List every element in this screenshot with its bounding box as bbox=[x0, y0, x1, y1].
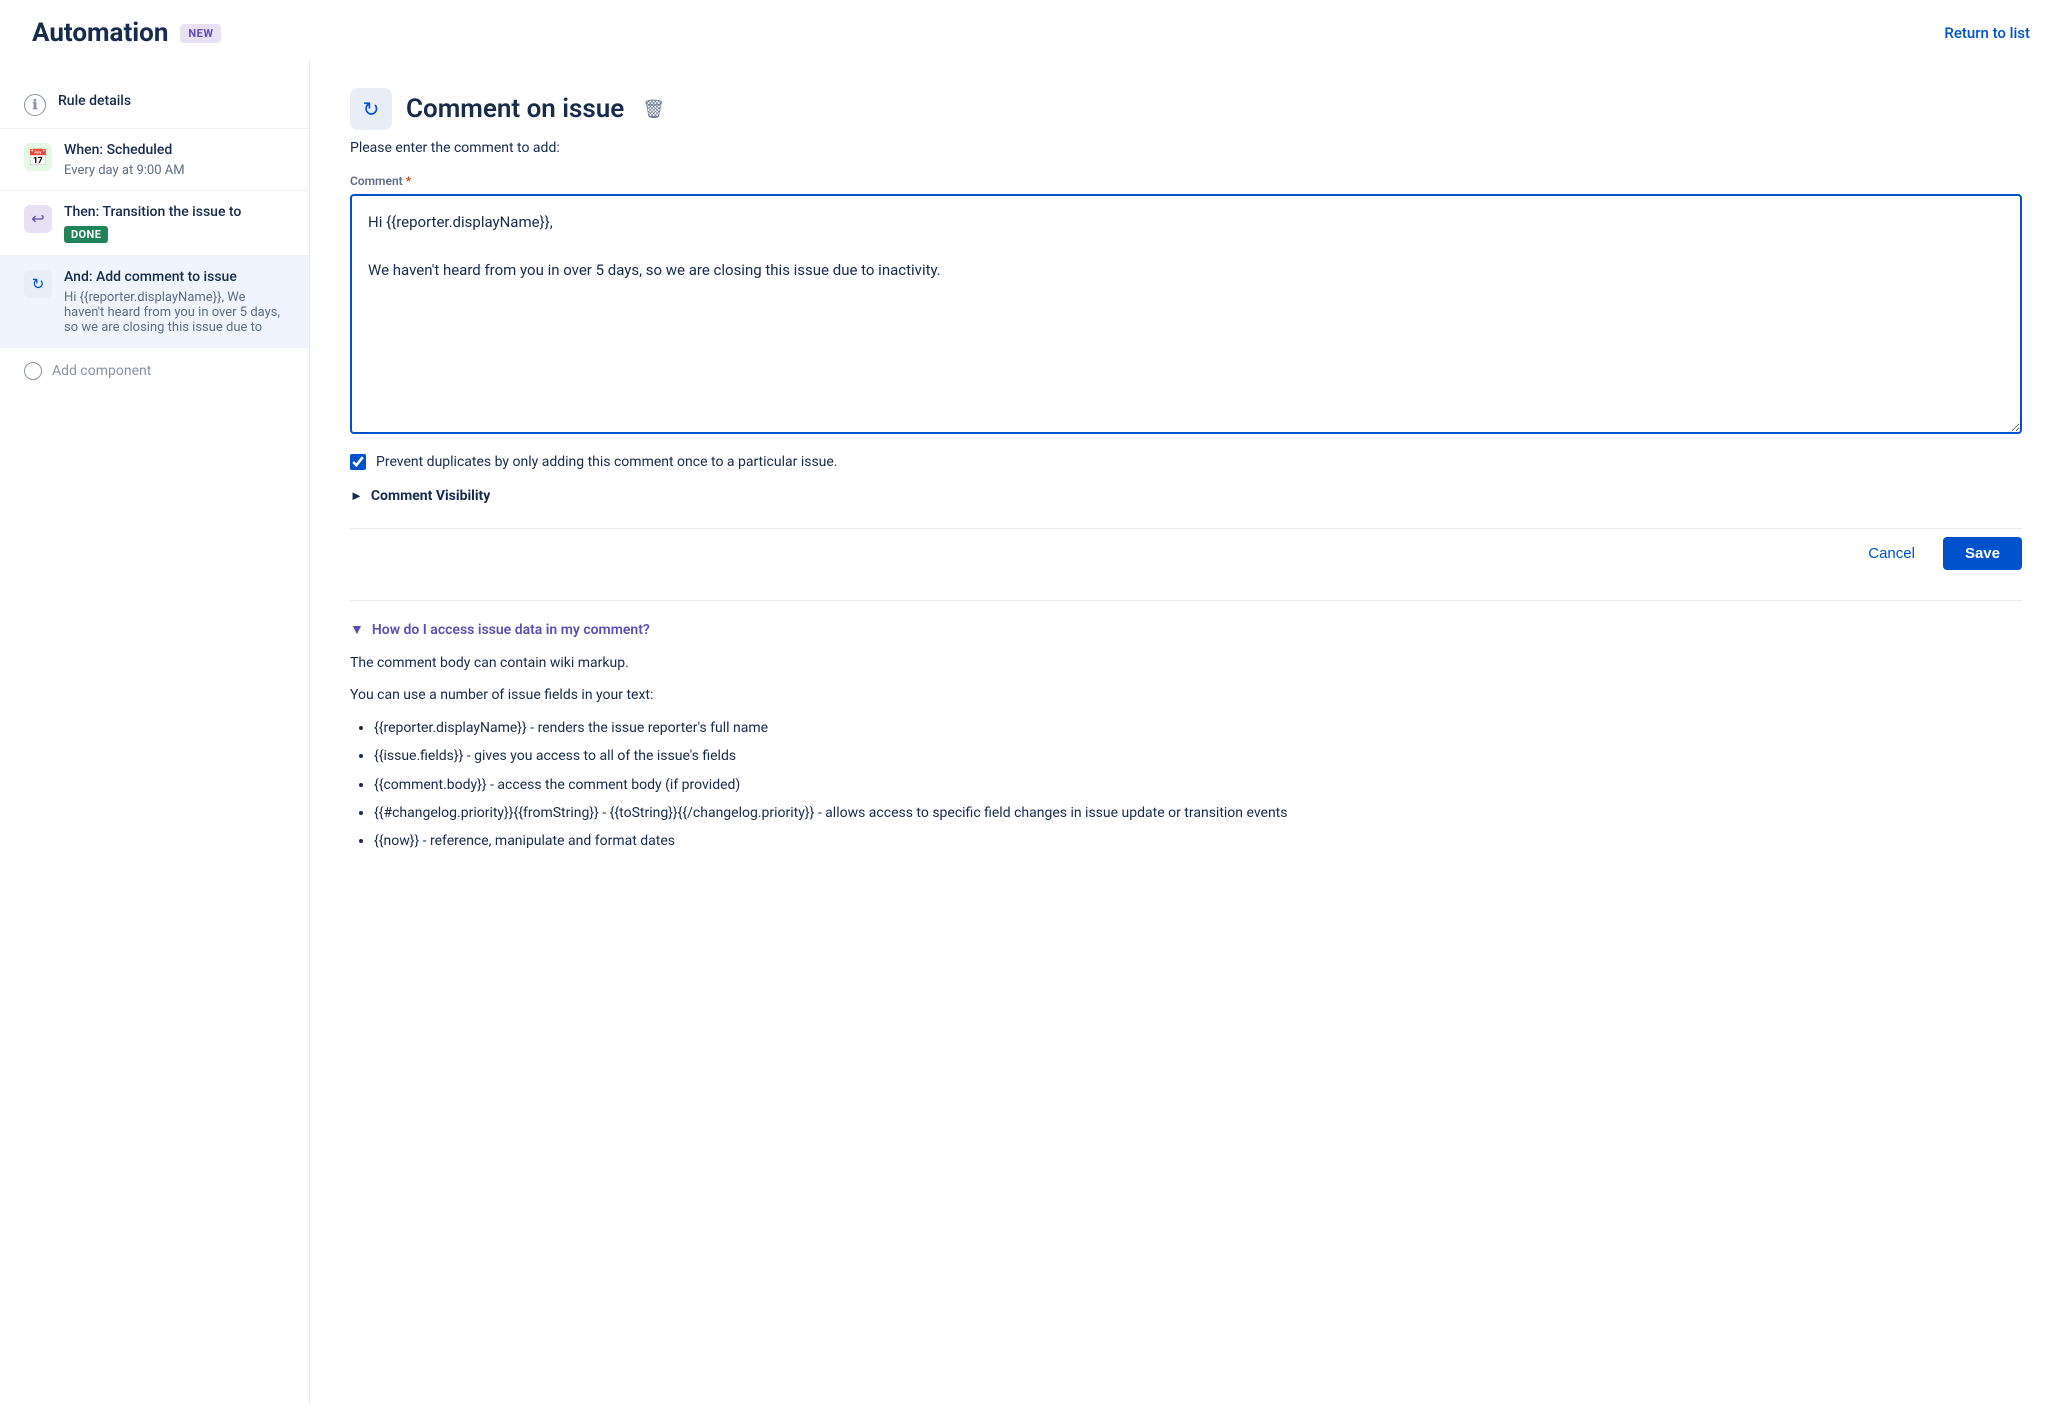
sidebar-rule-details-title: Rule details bbox=[58, 92, 285, 112]
help-toggle[interactable]: ▼ How do I access issue data in my comme… bbox=[350, 621, 2022, 638]
help-section: ▼ How do I access issue data in my comme… bbox=[350, 600, 2022, 853]
sidebar-comment-subtitle: Hi {{reporter.displayName}}, We haven't … bbox=[64, 290, 285, 335]
help-body: The comment body can contain wiki markup… bbox=[350, 652, 2022, 853]
comment-visibility-label: Comment Visibility bbox=[371, 488, 490, 504]
main-layout: ℹ Rule details 📅 When: Scheduled Every d… bbox=[0, 60, 2062, 1404]
done-badge: DONE bbox=[64, 226, 108, 243]
action-title: Comment on issue bbox=[406, 94, 624, 124]
prevent-duplicates-label: Prevent duplicates by only adding this c… bbox=[376, 454, 838, 470]
comment-visibility-toggle[interactable]: ► Comment Visibility bbox=[350, 488, 2022, 504]
help-toggle-label: How do I access issue data in my comment… bbox=[372, 622, 650, 638]
return-to-list-link[interactable]: Return to list bbox=[1944, 24, 2030, 42]
help-list: {{reporter.displayName}} - renders the i… bbox=[350, 717, 2022, 853]
help-list-item-2: {{comment.body}} - access the comment bo… bbox=[374, 774, 2022, 796]
save-button[interactable]: Save bbox=[1943, 537, 2022, 570]
sidebar-comment-content: And: Add comment to issue Hi {{reporter.… bbox=[64, 268, 285, 335]
add-component-label: Add component bbox=[52, 363, 151, 379]
info-icon: ℹ bbox=[24, 94, 46, 116]
delete-icon[interactable]: 🗑 bbox=[642, 99, 665, 120]
help-list-item-1: {{issue.fields}} - gives you access to a… bbox=[374, 745, 2022, 767]
sidebar-scheduled-content: When: Scheduled Every day at 9:00 AM bbox=[64, 141, 285, 178]
prevent-duplicates-checkbox[interactable] bbox=[350, 454, 366, 470]
checkbox-row: Prevent duplicates by only adding this c… bbox=[350, 454, 2022, 470]
sidebar-transition-title: Then: Transition the issue to bbox=[64, 203, 285, 223]
action-buttons: Cancel Save bbox=[350, 528, 2022, 570]
sidebar-item-transition[interactable]: ↩ Then: Transition the issue to DONE bbox=[0, 191, 309, 257]
add-component-circle-icon bbox=[24, 362, 42, 380]
sidebar: ℹ Rule details 📅 When: Scheduled Every d… bbox=[0, 60, 310, 1404]
app-header: Automation NEW Return to list bbox=[0, 0, 2062, 60]
new-badge: NEW bbox=[180, 24, 221, 43]
transition-icon: ↩ bbox=[24, 205, 52, 233]
cancel-button[interactable]: Cancel bbox=[1852, 537, 1931, 570]
chevron-down-icon: ▼ bbox=[350, 621, 364, 638]
add-component-row[interactable]: Add component bbox=[0, 348, 309, 394]
sidebar-comment-title: And: Add comment to issue bbox=[64, 268, 285, 288]
action-header: ↻ Comment on issue 🗑 bbox=[350, 88, 2022, 130]
comment-field-label: Comment * bbox=[350, 174, 2022, 188]
help-list-item-4: {{now}} - reference, manipulate and form… bbox=[374, 830, 2022, 852]
required-star: * bbox=[406, 174, 411, 188]
help-list-item-0: {{reporter.displayName}} - renders the i… bbox=[374, 717, 2022, 739]
sidebar-rule-details-content: Rule details bbox=[58, 92, 285, 112]
sidebar-scheduled-subtitle: Every day at 9:00 AM bbox=[64, 163, 285, 178]
title-area: Automation NEW bbox=[32, 18, 221, 48]
action-subtitle: Please enter the comment to add: bbox=[350, 140, 2022, 156]
sidebar-item-comment[interactable]: ↻ And: Add comment to issue Hi {{reporte… bbox=[0, 256, 309, 348]
sidebar-scheduled-title: When: Scheduled bbox=[64, 141, 285, 161]
app-title: Automation bbox=[32, 18, 168, 48]
chevron-right-icon: ► bbox=[350, 488, 363, 504]
action-icon: ↻ bbox=[350, 88, 392, 130]
sidebar-transition-content: Then: Transition the issue to DONE bbox=[64, 203, 285, 244]
sidebar-item-scheduled[interactable]: 📅 When: Scheduled Every day at 9:00 AM bbox=[0, 129, 309, 191]
sidebar-item-rule-details[interactable]: ℹ Rule details bbox=[0, 80, 309, 129]
comment-textarea[interactable]: Hi {{reporter.displayName}}, We haven't … bbox=[350, 194, 2022, 434]
help-list-item-3: {{#changelog.priority}}{{fromString}} - … bbox=[374, 802, 2022, 824]
help-intro1: The comment body can contain wiki markup… bbox=[350, 652, 2022, 674]
comment-refresh-icon: ↻ bbox=[24, 270, 52, 298]
help-intro2: You can use a number of issue fields in … bbox=[350, 684, 2022, 706]
calendar-icon: 📅 bbox=[24, 143, 52, 171]
main-content: ↻ Comment on issue 🗑 Please enter the co… bbox=[310, 60, 2062, 1404]
